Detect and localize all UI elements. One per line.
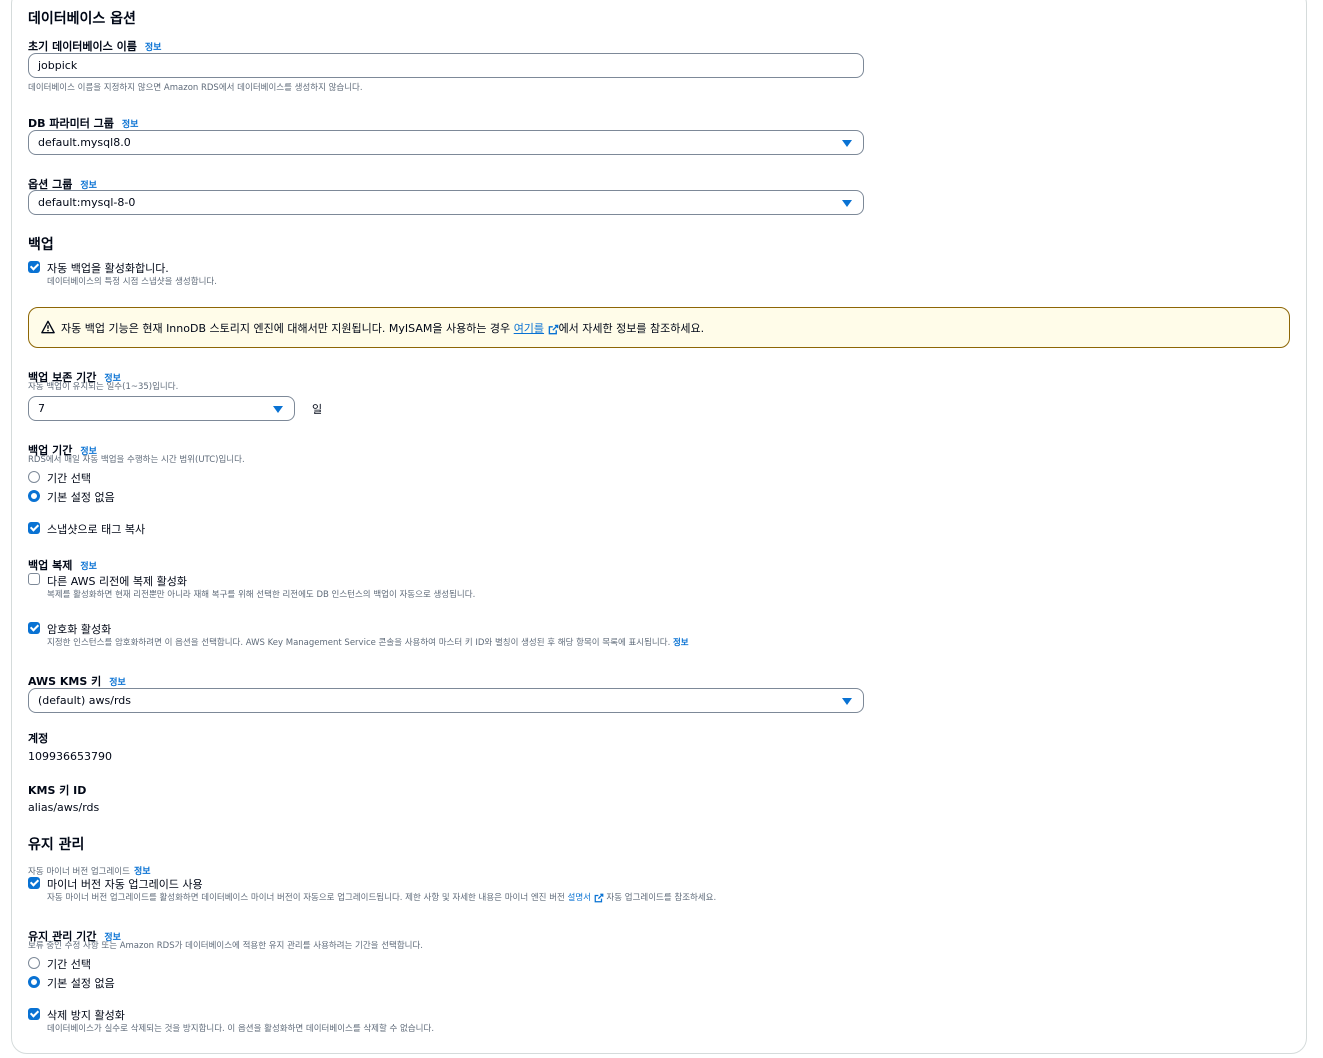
- maintenance-window-option-choose: 기간 선택: [47, 958, 91, 971]
- replication-label-row: 백업 복제 정보: [28, 554, 97, 573]
- backup-window-description: RDS에서 매일 자동 백업을 수행하는 시간 범위(UTC)입니다.: [28, 455, 245, 465]
- alert-link[interactable]: 여기를: [514, 322, 544, 335]
- kms-key-id-value: alias/aws/rds: [28, 801, 100, 814]
- info-link[interactable]: 정보: [145, 43, 162, 53]
- warning-icon: [41, 320, 55, 334]
- retention-select[interactable]: 7: [28, 396, 295, 421]
- initial-db-name-description: 데이터베이스 이름을 지정하지 않으면 Amazon RDS에서 데이터베이스를…: [28, 83, 363, 93]
- param-group-value: default.mysql8.0: [38, 136, 131, 149]
- backup-window-option-choose: 기간 선택: [47, 472, 91, 485]
- info-link[interactable]: 정보: [80, 562, 97, 572]
- caret-down-icon: [842, 200, 852, 207]
- param-group-label: DB 파라미터 그룹: [28, 117, 114, 130]
- copy-tags-checkbox[interactable]: [28, 522, 40, 534]
- retention-unit: 일: [312, 403, 323, 416]
- initial-db-name-label: 초기 데이터베이스 이름: [28, 40, 137, 53]
- backup-window-option-none: 기본 설정 없음: [47, 491, 115, 504]
- kms-key-label: AWS KMS 키: [28, 675, 102, 688]
- option-group-select[interactable]: default:mysql-8-0: [28, 190, 864, 215]
- caret-down-icon: [842, 140, 852, 147]
- account-value: 109936653790: [28, 750, 112, 763]
- auto-backup-description: 데이터베이스의 특정 시점 스냅샷을 생성합니다.: [47, 277, 217, 287]
- section-heading-db-options: 데이터베이스 옵션: [28, 11, 136, 27]
- replication-checkbox-label: 다른 AWS 리전에 복제 활성화: [47, 575, 187, 588]
- alert-text-before: 자동 백업 기능은 현재 InnoDB 스토리지 엔진에 대해서만 지원됩니다.…: [61, 322, 514, 335]
- info-link[interactable]: 정보: [122, 120, 139, 130]
- info-link[interactable]: 정보: [673, 638, 689, 648]
- backup-warning-text: 자동 백업 기능은 현재 InnoDB 스토리지 엔진에 대해서만 지원됩니다.…: [61, 320, 704, 336]
- caret-down-icon: [273, 406, 283, 413]
- external-link-icon: [594, 893, 604, 902]
- encryption-description: 지정한 인스턴스를 암호화하려면 이 옵션을 선택합니다. AWS Key Ma…: [47, 638, 671, 648]
- external-link-icon: [548, 324, 558, 334]
- param-group-label-row: DB 파라미터 그룹 정보: [28, 112, 138, 131]
- alert-text-after: 에서 자세한 정보를 참조하세요.: [558, 322, 705, 335]
- info-link[interactable]: 정보: [109, 678, 126, 688]
- account-label: 계정: [28, 732, 49, 745]
- backup-warning-alert: 자동 백업 기능은 현재 InnoDB 스토리지 엔진에 대해서만 지원됩니다.…: [28, 307, 1290, 348]
- auto-minor-label: 마이너 버전 자동 업그레이드 사용: [47, 878, 203, 891]
- option-group-value: default:mysql-8-0: [38, 196, 136, 209]
- auto-minor-doc-link[interactable]: 설명서: [568, 893, 591, 903]
- auto-backup-checkbox[interactable]: [28, 261, 40, 273]
- replication-checkbox[interactable]: [28, 573, 40, 585]
- section-heading-backup: 백업: [28, 237, 54, 253]
- maintenance-window-option-none: 기본 설정 없음: [47, 977, 115, 990]
- replication-description: 복제를 활성화하면 현재 리전뿐만 아니라 재해 복구를 위해 선택한 리전에도…: [47, 590, 476, 600]
- encryption-description-row: 지정한 인스턴스를 암호화하려면 이 옵션을 선택합니다. AWS Key Ma…: [47, 636, 689, 648]
- maintenance-window-radio-none[interactable]: [28, 976, 40, 988]
- auto-minor-description-before: 자동 마이너 버전 업그레이드를 활성화하면 데이터베이스 마이너 버전이 자동…: [47, 893, 568, 903]
- maintenance-window-description: 보류 중인 수정 사항 또는 Amazon RDS가 데이터베이스에 적용한 유…: [28, 941, 424, 951]
- initial-db-name-input[interactable]: jobpick: [28, 53, 864, 78]
- auto-minor-description-row: 자동 마이너 버전 업그레이드를 활성화하면 데이터베이스 마이너 버전이 자동…: [47, 891, 716, 903]
- retention-value: 7: [38, 402, 45, 415]
- kms-key-id-label: KMS 키 ID: [28, 784, 87, 797]
- replication-label: 백업 복제: [28, 559, 73, 572]
- section-heading-maintenance: 유지 관리: [28, 837, 85, 853]
- deletion-protection-checkbox[interactable]: [28, 1008, 40, 1020]
- copy-tags-label: 스냅샷으로 태그 복사: [47, 523, 146, 536]
- caret-down-icon: [842, 698, 852, 705]
- kms-key-select[interactable]: (default) aws/rds: [28, 688, 864, 713]
- auto-minor-description-after: 자동 업그레이드를 참조하세요.: [603, 893, 717, 903]
- encryption-checkbox[interactable]: [28, 622, 40, 634]
- param-group-select[interactable]: default.mysql8.0: [28, 130, 864, 155]
- maintenance-window-radio-choose[interactable]: [28, 957, 40, 969]
- auto-minor-checkbox[interactable]: [28, 877, 40, 889]
- backup-window-radio-choose[interactable]: [28, 471, 40, 483]
- kms-key-value: (default) aws/rds: [38, 694, 132, 707]
- deletion-protection-description: 데이터베이스가 실수로 삭제되는 것을 방지합니다. 이 옵션을 활성화하면 데…: [47, 1024, 435, 1034]
- deletion-protection-label: 삭제 방지 활성화: [47, 1009, 125, 1022]
- encryption-label: 암호화 활성화: [47, 623, 112, 636]
- initial-db-name-label-row: 초기 데이터베이스 이름 정보: [28, 35, 161, 54]
- auto-backup-label: 자동 백업을 활성화합니다.: [47, 262, 169, 275]
- backup-window-radio-none[interactable]: [28, 490, 40, 502]
- kms-key-label-row: AWS KMS 키 정보: [28, 670, 126, 689]
- retention-description: 자동 백업이 유지되는 일수(1~35)입니다.: [28, 382, 179, 392]
